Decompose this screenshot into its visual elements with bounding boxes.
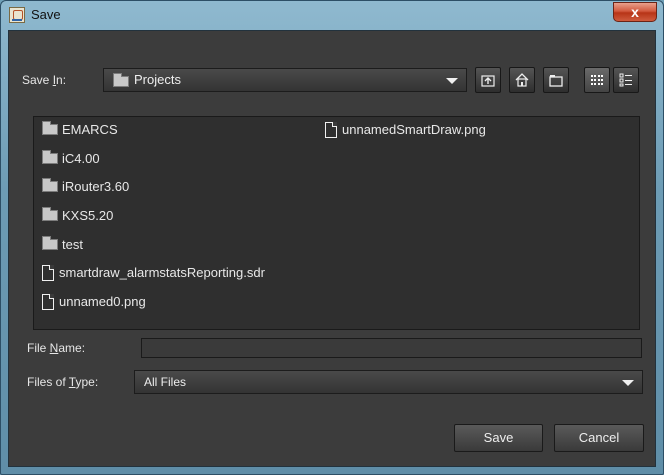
home-icon <box>515 73 529 87</box>
details-view-button[interactable] <box>613 67 639 93</box>
close-button[interactable]: x <box>613 2 657 22</box>
list-view-icon <box>591 75 603 85</box>
list-item[interactable]: iC4.00 <box>42 150 100 168</box>
list-item[interactable]: unnamed0.png <box>42 293 146 311</box>
file-name-input[interactable] <box>141 338 642 358</box>
chevron-down-icon <box>446 78 458 84</box>
folder-icon <box>42 150 58 165</box>
file-type-label-suffix: ype: <box>75 375 99 389</box>
file-icon <box>325 121 337 138</box>
list-item[interactable]: smartdraw_alarmstatsReporting.sdr <box>42 264 265 282</box>
save-in-label: Save In: <box>22 73 66 87</box>
up-one-level-icon <box>481 75 495 87</box>
save-in-label-prefix: Save <box>22 73 53 87</box>
save-in-dropdown[interactable]: Projects <box>103 68 467 92</box>
folder-icon <box>42 178 58 193</box>
save-dialog-window: Save x Save In: Projects EMARCS iC4.00 i… <box>0 0 664 475</box>
window-title: Save <box>31 7 61 22</box>
list-item[interactable]: EMARCS <box>42 121 118 139</box>
file-icon <box>42 293 54 310</box>
file-name-label-suffix: ame: <box>58 341 86 355</box>
title-bar[interactable]: Save x <box>1 1 663 29</box>
file-type-dropdown[interactable]: All Files <box>134 370 643 394</box>
list-item-label: unnamed0.png <box>59 294 146 309</box>
list-item[interactable]: iRouter3.60 <box>42 178 129 196</box>
home-button[interactable] <box>509 67 535 93</box>
file-name-label-prefix: File <box>27 341 50 355</box>
list-item-label: smartdraw_alarmstatsReporting.sdr <box>59 265 265 280</box>
new-folder-button[interactable] <box>543 67 569 93</box>
folder-icon <box>42 121 58 136</box>
file-icon <box>42 264 54 281</box>
list-item[interactable]: unnamedSmartDraw.png <box>325 121 486 139</box>
folder-icon <box>113 73 129 87</box>
up-one-level-button[interactable] <box>475 67 501 93</box>
cancel-button[interactable]: Cancel <box>554 424 644 452</box>
java-app-icon <box>9 7 25 23</box>
list-item[interactable]: KXS5.20 <box>42 207 113 225</box>
save-button[interactable]: Save <box>454 424 543 452</box>
new-folder-icon <box>549 75 563 87</box>
list-item-label: test <box>62 237 83 252</box>
file-list[interactable]: EMARCS iC4.00 iRouter3.60 KXS5.20 test s… <box>33 116 640 330</box>
file-type-value: All Files <box>144 375 187 389</box>
folder-icon <box>42 207 58 222</box>
file-name-label: File Name: <box>27 341 85 355</box>
list-item[interactable]: test <box>42 236 83 254</box>
close-icon: x <box>631 4 639 20</box>
details-view-icon <box>619 73 632 87</box>
save-in-value: Projects <box>134 72 181 87</box>
list-item-label: KXS5.20 <box>62 208 114 223</box>
file-type-label: Files of Type: <box>27 375 98 389</box>
list-item-label: EMARCS <box>62 122 118 137</box>
file-type-label-prefix: Files of <box>27 375 69 389</box>
list-item-label: iRouter3.60 <box>62 179 130 194</box>
save-in-label-suffix: n: <box>56 73 67 87</box>
list-item-label: iC4.00 <box>62 151 100 166</box>
chevron-down-icon <box>622 380 634 386</box>
folder-icon <box>42 236 58 251</box>
dialog-body: Save In: Projects EMARCS iC4.00 iRouter3… <box>8 30 656 467</box>
list-item-label: unnamedSmartDraw.png <box>342 122 486 137</box>
list-view-button[interactable] <box>584 67 610 93</box>
